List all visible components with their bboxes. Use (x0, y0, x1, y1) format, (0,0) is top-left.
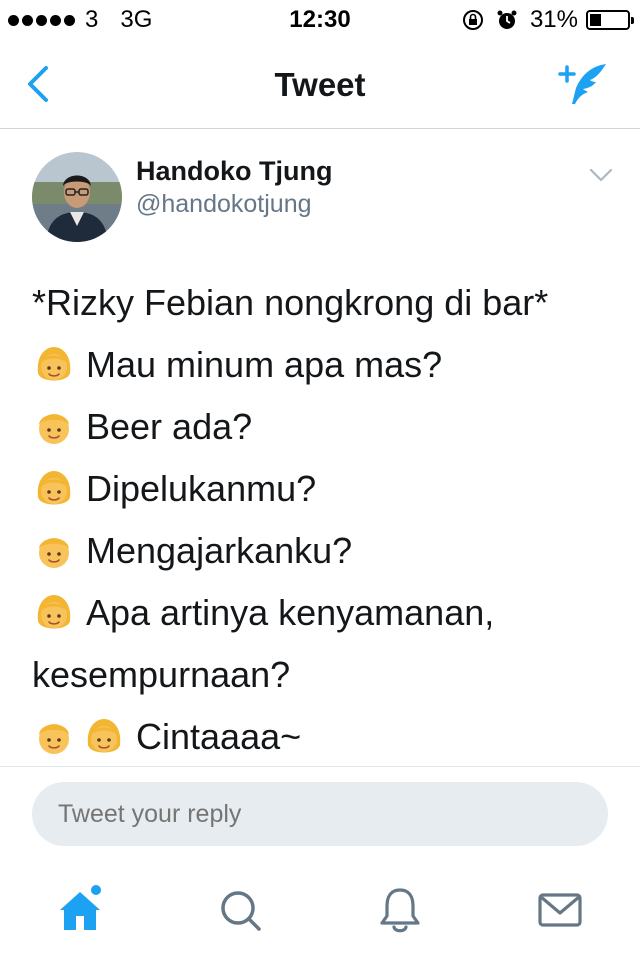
status-indicators: 31% (462, 6, 634, 34)
tweet-line-text: *Rizky Febian nongkrong di bar* (32, 282, 549, 323)
tweet-line-text: Apa artinya kenyamanan, (86, 592, 495, 633)
battery-icon (586, 10, 634, 30)
notifications-bell-icon (380, 888, 420, 933)
navigation-bar: Tweet (0, 40, 640, 129)
man-emoji-icon (39, 414, 69, 444)
tab-search[interactable] (212, 882, 268, 938)
woman-emoji-icon (87, 719, 121, 753)
tweet-line-text: Cintaaaa~ (136, 716, 302, 757)
tweet-line: Dipelukanmu? (32, 458, 622, 520)
tweet-line: Mengajarkanku? (32, 520, 622, 582)
tweet-line-text: Mau minum apa mas? (86, 344, 443, 385)
tweet-line-text: Mengajarkanku? (86, 530, 353, 571)
man-emoji-icon (39, 538, 69, 568)
tweet-line: Apa artinya kenyamanan, (32, 582, 622, 644)
tweet-line: kesempurnaan? (32, 644, 622, 706)
avatar[interactable] (32, 152, 122, 242)
rotation-lock-icon (462, 10, 483, 30)
alarm-clock-icon (497, 10, 517, 29)
tab-bar (0, 866, 640, 960)
search-icon (221, 891, 261, 931)
tweet-line-text: Dipelukanmu? (86, 468, 317, 509)
messages-envelope-icon (538, 893, 582, 927)
author-name[interactable]: Handoko Tjung (136, 156, 332, 187)
chevron-down-icon[interactable] (588, 166, 614, 184)
status-bar: 3 3G 12:30 31% (0, 0, 640, 40)
tweet-line-text: kesempurnaan? (32, 654, 291, 695)
battery-fill (590, 14, 601, 26)
reply-box[interactable] (32, 782, 608, 846)
tab-notifications[interactable] (372, 882, 428, 938)
tweet-line: Beer ada? (32, 396, 622, 458)
author-handle[interactable]: @handokotjung (136, 190, 312, 219)
tweet-line: Mau minum apa mas? (32, 334, 622, 396)
compose-tweet-icon[interactable] (556, 60, 612, 108)
tab-messages[interactable] (532, 882, 588, 938)
woman-emoji-icon (37, 347, 71, 381)
woman-emoji-icon (37, 471, 71, 505)
tweet-text: *Rizky Febian nongkrong di bar* Mau minum… (32, 272, 622, 768)
reply-input[interactable] (58, 782, 578, 846)
tweet-line: *Rizky Febian nongkrong di bar* (32, 272, 622, 334)
woman-emoji-icon (37, 595, 71, 629)
divider (0, 766, 640, 767)
man-emoji-icon (39, 724, 69, 754)
home-icon (60, 885, 101, 930)
tweet-line-text: Beer ada? (86, 406, 253, 447)
battery-percent: 31% (529, 6, 578, 33)
page-title: Tweet (274, 66, 366, 103)
tab-home[interactable] (52, 882, 108, 938)
tweet-line: Cintaaaa~ (32, 706, 622, 768)
